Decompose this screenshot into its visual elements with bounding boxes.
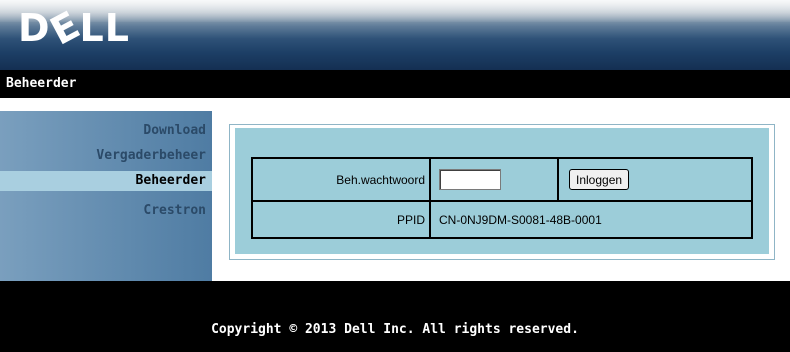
sidebar-item-beheerder[interactable]: Beheerder bbox=[0, 171, 212, 191]
sidebar-item-vergaderbeheer[interactable]: Vergaderbeheer bbox=[0, 146, 206, 166]
ppid-value: CN-0NJ9DM-S0081-48B-0001 bbox=[429, 200, 753, 239]
password-label: Beh.wachtwoord bbox=[251, 156, 431, 203]
login-button-cell: Inloggen bbox=[557, 156, 753, 203]
sidebar-item-crestron[interactable]: Crestron bbox=[0, 201, 206, 221]
sidebar-item-download[interactable]: Download bbox=[0, 121, 206, 141]
page-title: Beheerder bbox=[6, 76, 77, 91]
login-form-table: Beh.wachtwoord Inloggen PPID CN-0NJ9DM-S… bbox=[251, 156, 753, 239]
header-banner: DELL bbox=[0, 0, 790, 70]
title-bar: Beheerder bbox=[0, 70, 790, 98]
sidebar-nav: Download Vergaderbeheer Beheerder Crestr… bbox=[0, 111, 212, 281]
password-input[interactable] bbox=[439, 169, 501, 191]
password-cell bbox=[429, 156, 559, 203]
dell-logo: DELL bbox=[18, 2, 130, 54]
ppid-label: PPID bbox=[251, 200, 431, 239]
copyright-text: Copyright © 2013 Dell Inc. All rights re… bbox=[211, 322, 579, 337]
login-button[interactable]: Inloggen bbox=[569, 169, 630, 191]
